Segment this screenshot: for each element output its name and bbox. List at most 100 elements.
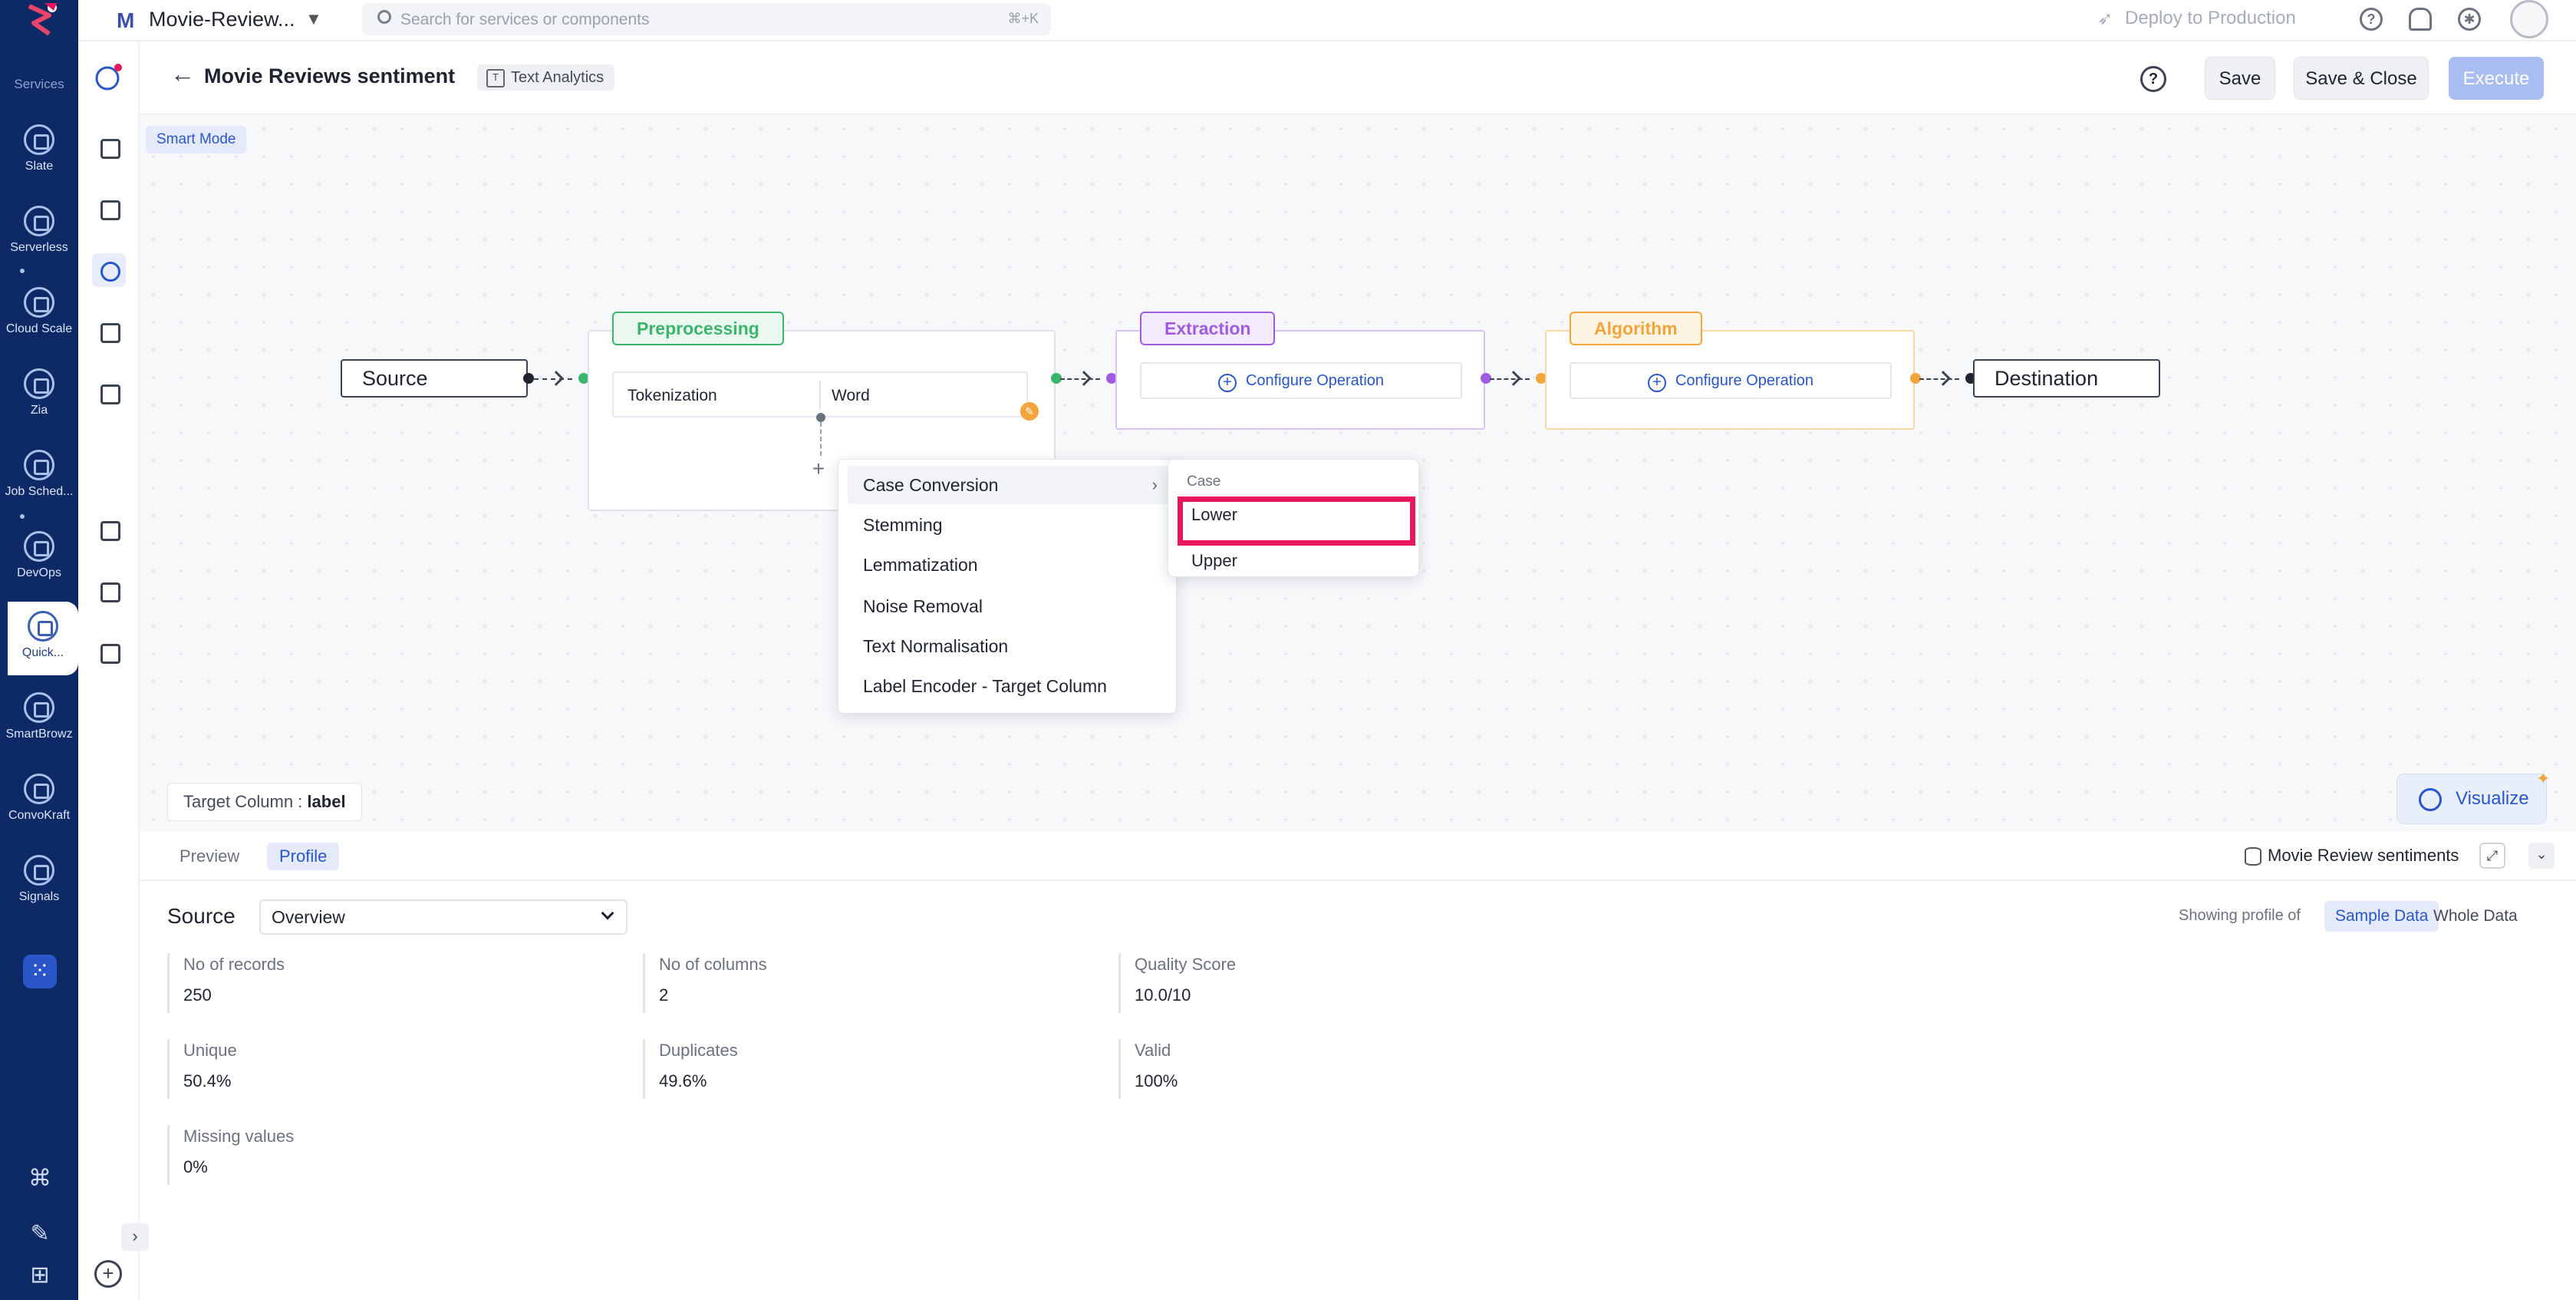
gear-icon[interactable]: ✱ <box>2458 8 2481 31</box>
submenu-item-upper[interactable]: Upper <box>1178 543 1405 579</box>
slate-icon <box>24 124 54 155</box>
stat-label: Valid <box>1135 1041 1171 1060</box>
quickml-icon <box>28 611 58 642</box>
service-cloud-scale[interactable]: Cloud Scale <box>0 278 78 351</box>
target-column-badge: Target Column : label <box>167 783 362 821</box>
execute-button[interactable]: Execute <box>2449 57 2544 100</box>
menu-item-stemming[interactable]: Stemming <box>848 506 1168 544</box>
service-smartbrowz[interactable]: SmartBrowz <box>0 683 78 757</box>
all-services-grid-icon[interactable] <box>23 955 57 988</box>
models-icon[interactable] <box>92 315 126 348</box>
chevron-down-icon[interactable]: ▼ <box>305 9 322 29</box>
stat-value: 100% <box>1135 1071 1178 1090</box>
chevron-right-icon[interactable]: › <box>121 1223 149 1251</box>
service-convokraft[interactable]: ConvoKraft <box>0 764 78 838</box>
menu-item-label: Case Conversion <box>863 475 999 495</box>
catalyst-logo-icon[interactable] <box>18 0 61 43</box>
stat-no-of-records: No of records 250 <box>167 953 597 1013</box>
pipeline-header: ← Movie Reviews sentiment Text Analytics… <box>140 41 2576 115</box>
showing-profile-label: Showing profile of <box>2179 907 2301 924</box>
search-input[interactable]: Search for services or components ⌘+K <box>362 3 1051 35</box>
destination-node[interactable]: Destination <box>1973 359 2160 398</box>
source-port[interactable] <box>523 373 534 384</box>
document-icon[interactable] <box>92 635 126 669</box>
case-submenu: Case Lower Upper <box>1168 459 1419 577</box>
help-icon[interactable]: ? <box>2140 66 2166 92</box>
stat-missing-values: Missing values 0% <box>167 1125 597 1185</box>
avatar[interactable] <box>2510 0 2548 38</box>
shield-icon[interactable] <box>92 574 126 608</box>
add-circle-icon[interactable]: + <box>94 1260 122 1288</box>
bell-icon[interactable] <box>2409 8 2432 31</box>
menu-item-noise-removal[interactable]: Noise Removal <box>848 587 1168 625</box>
pipeline-icon[interactable] <box>92 253 126 287</box>
profile-panel: Source Overview Showing profile of Sampl… <box>140 881 2576 1300</box>
menu-item-case-conversion[interactable]: Case Conversion › <box>848 466 1168 504</box>
help-icon[interactable]: ? <box>2360 8 2383 31</box>
search-icon <box>377 10 391 24</box>
magic-wand-icon[interactable]: ✎ <box>26 1220 54 1248</box>
service-label: Quick... <box>21 646 64 659</box>
database-icon[interactable] <box>92 192 126 226</box>
operations-menu: Case Conversion › Stemming Lemmatization … <box>838 459 1177 714</box>
back-arrow-icon[interactable]: ← <box>170 60 195 88</box>
quickml-logo-icon[interactable] <box>92 60 126 94</box>
tab-preview[interactable]: Preview <box>167 843 252 870</box>
service-quickml[interactable]: Quick... <box>8 602 78 675</box>
project-name[interactable]: Movie-Review... <box>149 8 295 31</box>
arrow-icon <box>548 371 564 386</box>
apps-icon[interactable]: ⊞ <box>26 1262 54 1289</box>
algorithm-configure-operation-button[interactable]: + Configure Operation <box>1570 362 1892 399</box>
stat-label: No of columns <box>659 955 767 974</box>
sample-data-toggle[interactable]: Sample Data <box>2324 901 2439 932</box>
smartbrowz-icon <box>24 692 54 723</box>
flag-icon[interactable] <box>92 376 126 410</box>
menu-item-label-encoder[interactable]: Label Encoder - Target Column <box>848 667 1168 705</box>
stat-label: Unique <box>183 1041 237 1060</box>
add-operation-icon[interactable]: + <box>807 457 830 480</box>
whole-data-toggle[interactable]: Whole Data <box>2423 901 2528 932</box>
ai-icon[interactable] <box>92 513 126 546</box>
service-slate[interactable]: Slate <box>0 115 78 189</box>
extraction-configure-operation-button[interactable]: + Configure Operation <box>1140 362 1462 399</box>
stat-value: 49.6% <box>659 1071 707 1090</box>
expand-icon[interactable]: ⤢ <box>2479 843 2505 869</box>
stat-value: 50.4% <box>183 1071 232 1090</box>
smart-mode-badge[interactable]: Smart Mode <box>146 126 247 153</box>
integrations-icon[interactable]: ⌘ <box>26 1165 54 1193</box>
stat-no-of-columns: No of columns 2 <box>643 953 1072 1013</box>
project-badge[interactable]: M <box>117 9 140 32</box>
top-bar: M Movie-Review... ▼ Search for services … <box>78 0 2576 41</box>
save-and-close-button[interactable]: Save & Close <box>2294 57 2429 100</box>
chevron-down-icon[interactable]: ⌄ <box>2528 843 2555 869</box>
arrow-icon <box>1935 371 1951 386</box>
wrench-icon[interactable]: ✎ <box>1020 402 1039 421</box>
preprocessing-tag: Preprocessing <box>612 312 784 345</box>
service-job-scheduling[interactable]: Job Sched... <box>0 440 78 514</box>
tab-profile[interactable]: Profile <box>267 843 340 870</box>
service-label: Job Sched... <box>5 485 74 498</box>
deploy-to-production-button[interactable]: Deploy to Production <box>2125 8 2296 29</box>
profile-view-select[interactable]: Overview <box>259 899 628 935</box>
save-button[interactable]: Save <box>2205 57 2275 100</box>
signals-icon <box>24 855 54 886</box>
arrow-icon <box>1076 371 1092 386</box>
submenu-header: Case <box>1187 473 1221 490</box>
tokenization-row[interactable]: Tokenization Word <box>612 371 1028 417</box>
service-devops[interactable]: DevOps <box>0 522 78 596</box>
pipeline-canvas[interactable]: Smart Mode Source Preprocessing Tokeniza… <box>140 115 2576 832</box>
menu-item-text-normalisation[interactable]: Text Normalisation <box>848 627 1168 665</box>
extraction-tag: Extraction <box>1140 312 1276 345</box>
menu-item-lemmatization[interactable]: Lemmatization <box>848 546 1168 584</box>
home-icon[interactable] <box>92 130 126 164</box>
service-label: Cloud Scale <box>5 322 73 335</box>
visualize-button[interactable]: Visualize <box>2396 774 2547 824</box>
chevron-down-icon <box>601 906 614 920</box>
service-label: ConvoKraft <box>8 809 71 822</box>
service-zia[interactable]: Zia <box>0 359 78 433</box>
service-signals[interactable]: Signals <box>0 846 78 919</box>
service-serverless[interactable]: Serverless <box>0 196 78 270</box>
source-node[interactable]: Source <box>341 359 528 398</box>
submenu-item-lower[interactable]: Lower <box>1178 497 1415 546</box>
service-label: SmartBrowz <box>5 728 73 741</box>
